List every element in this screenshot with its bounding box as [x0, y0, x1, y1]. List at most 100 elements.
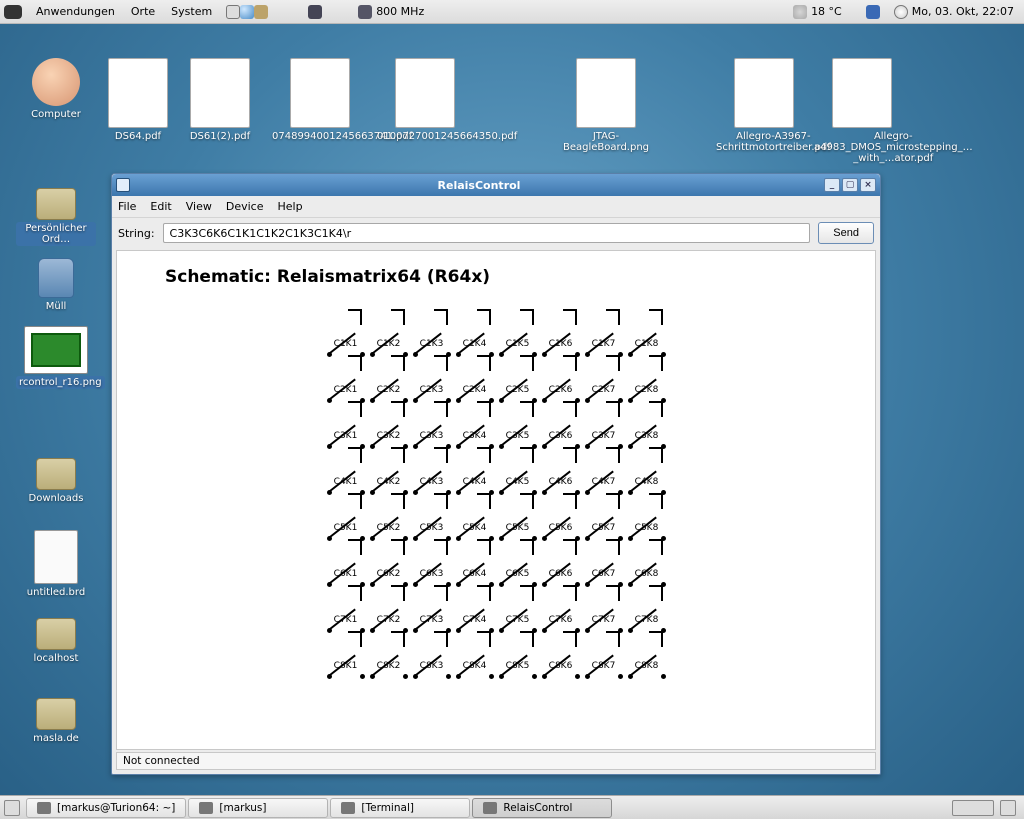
output-lead: [446, 449, 448, 463]
weather-icon: [793, 5, 807, 19]
menu-edit[interactable]: Edit: [150, 200, 171, 213]
relay-label: C7K1: [324, 615, 367, 625]
icon-label: Downloads: [27, 492, 86, 505]
relay-C8K2[interactable]: C8K2: [367, 637, 410, 683]
desktop-icon-allegro1[interactable]: Allegro-A3967-Schrittmotortreiber.pdf: [714, 58, 814, 154]
output-lead: [618, 311, 620, 325]
task-button-0[interactable]: [markus@Turion64: ~]: [26, 798, 186, 818]
desktop-icon-allegro2[interactable]: Allegro-a4983_DMOS_microstepping_…_with_…: [812, 58, 912, 165]
chip-icon: [358, 5, 372, 19]
relay-label: C2K6: [539, 385, 582, 395]
relay-C8K6[interactable]: C8K6: [539, 637, 582, 683]
desktop-icon-ds61[interactable]: DS61(2).pdf: [180, 58, 260, 143]
output-lead: [446, 403, 448, 417]
weather-applet[interactable]: 18 °C: [787, 5, 848, 19]
relay-C8K8[interactable]: C8K8: [625, 637, 668, 683]
launcher-icon-2[interactable]: [240, 5, 254, 19]
launcher-icon-3[interactable]: [254, 5, 268, 19]
relay-label: C2K1: [324, 385, 367, 395]
thumbnail: [190, 58, 250, 128]
output-lead: [618, 495, 620, 509]
desktop-icon-rcontrol[interactable]: rcontrol_r16.png: [16, 318, 96, 389]
menu-system[interactable]: System: [163, 5, 220, 18]
output-lead: [575, 495, 577, 509]
close-button[interactable]: ×: [860, 178, 876, 192]
minimize-button[interactable]: _: [824, 178, 840, 192]
icon-label: Persönlicher Ord…: [16, 222, 96, 246]
menu-file[interactable]: File: [118, 200, 136, 213]
send-button[interactable]: Send: [818, 222, 874, 244]
relay-label: C2K4: [453, 385, 496, 395]
icon-label: Allegro-a4983_DMOS_microstepping_…_with_…: [812, 130, 975, 165]
desktop-icon-jtag[interactable]: JTAG-BeagleBoard.png: [556, 58, 656, 154]
titlebar[interactable]: RelaisControl _ ▢ ×: [112, 174, 880, 196]
output-lead: [661, 495, 663, 509]
menu-device[interactable]: Device: [226, 200, 264, 213]
icon-label: 0100727001245664350.pdf: [375, 130, 519, 143]
output-lead: [618, 633, 620, 647]
thumbnail: [576, 58, 636, 128]
desktop-icon-pdf1[interactable]: 0748994001245663741.pdf: [270, 58, 370, 143]
relay-label: C1K4: [453, 339, 496, 349]
output-lead: [360, 357, 362, 371]
top-panel: Anwendungen Orte System 800 MHz 18 °C Mo…: [0, 0, 1024, 24]
menu-view[interactable]: View: [186, 200, 212, 213]
menu-places[interactable]: Orte: [123, 5, 163, 18]
output-lead: [532, 587, 534, 601]
tray-icon-calc[interactable]: [308, 5, 322, 19]
output-lead: [618, 587, 620, 601]
desktop-icon-trash[interactable]: Müll: [16, 248, 96, 313]
relay-row-8: C8K1C8K2C8K3C8K4C8K5C8K6C8K7C8K8: [324, 637, 668, 683]
desktop-icon-untitled[interactable]: untitled.brd: [16, 524, 96, 599]
relay-C8K4[interactable]: C8K4: [453, 637, 496, 683]
output-lead: [661, 311, 663, 325]
relay-label: C2K8: [625, 385, 668, 395]
thumbnail: [36, 188, 76, 220]
task-icon: [37, 802, 51, 814]
output-lead: [360, 495, 362, 509]
task-button-3[interactable]: RelaisControl: [472, 798, 612, 818]
desktop-icon-ds64[interactable]: DS64.pdf: [98, 58, 178, 143]
clock[interactable]: Mo, 03. Okt, 22:07: [888, 5, 1020, 19]
show-desktop-icon[interactable]: [4, 800, 20, 816]
menu-applications[interactable]: Anwendungen: [28, 5, 123, 18]
output-lead: [403, 311, 405, 325]
task-button-2[interactable]: [Terminal]: [330, 798, 470, 818]
gnome-foot-icon[interactable]: [4, 5, 22, 19]
relay-C8K3[interactable]: C8K3: [410, 637, 453, 683]
icon-label: rcontrol_r16.png: [16, 376, 105, 389]
relay-C8K5[interactable]: C8K5: [496, 637, 539, 683]
maximize-button[interactable]: ▢: [842, 178, 858, 192]
trash-applet[interactable]: [1000, 800, 1016, 816]
relay-label: C2K2: [367, 385, 410, 395]
launcher-icon-1[interactable]: [226, 5, 240, 19]
output-lead: [446, 357, 448, 371]
output-lead: [489, 449, 491, 463]
cpu-freq[interactable]: 800 MHz: [352, 5, 430, 19]
icon-label: DS64.pdf: [113, 130, 163, 143]
menu-help[interactable]: Help: [277, 200, 302, 213]
output-lead: [360, 587, 362, 601]
output-lead: [618, 541, 620, 555]
relay-label: C4K2: [367, 477, 410, 487]
relay-label: C8K2: [367, 661, 410, 671]
output-lead: [575, 357, 577, 371]
desktop-icon-home[interactable]: Persönlicher Ord…: [16, 174, 96, 246]
thumbnail: [32, 58, 80, 106]
desktop-icon-downloads[interactable]: Downloads: [16, 444, 96, 505]
desktop-icon-masla[interactable]: masla.de: [16, 684, 96, 745]
workspace-switcher[interactable]: [952, 800, 994, 816]
relay-C8K7[interactable]: C8K7: [582, 637, 625, 683]
desktop-icon-localhost[interactable]: localhost: [16, 604, 96, 665]
network-icon[interactable]: [866, 5, 880, 19]
task-button-1[interactable]: [markus]: [188, 798, 328, 818]
relay-label: C3K7: [582, 431, 625, 441]
output-lead: [403, 495, 405, 509]
desktop-icon-computer[interactable]: Computer: [16, 58, 96, 121]
relay-label: C5K6: [539, 523, 582, 533]
desktop-icon-pdf2[interactable]: 0100727001245664350.pdf: [375, 58, 475, 143]
string-input[interactable]: [163, 223, 811, 243]
relay-label: C1K6: [539, 339, 582, 349]
relay-C8K1[interactable]: C8K1: [324, 637, 367, 683]
relay-label: C1K7: [582, 339, 625, 349]
